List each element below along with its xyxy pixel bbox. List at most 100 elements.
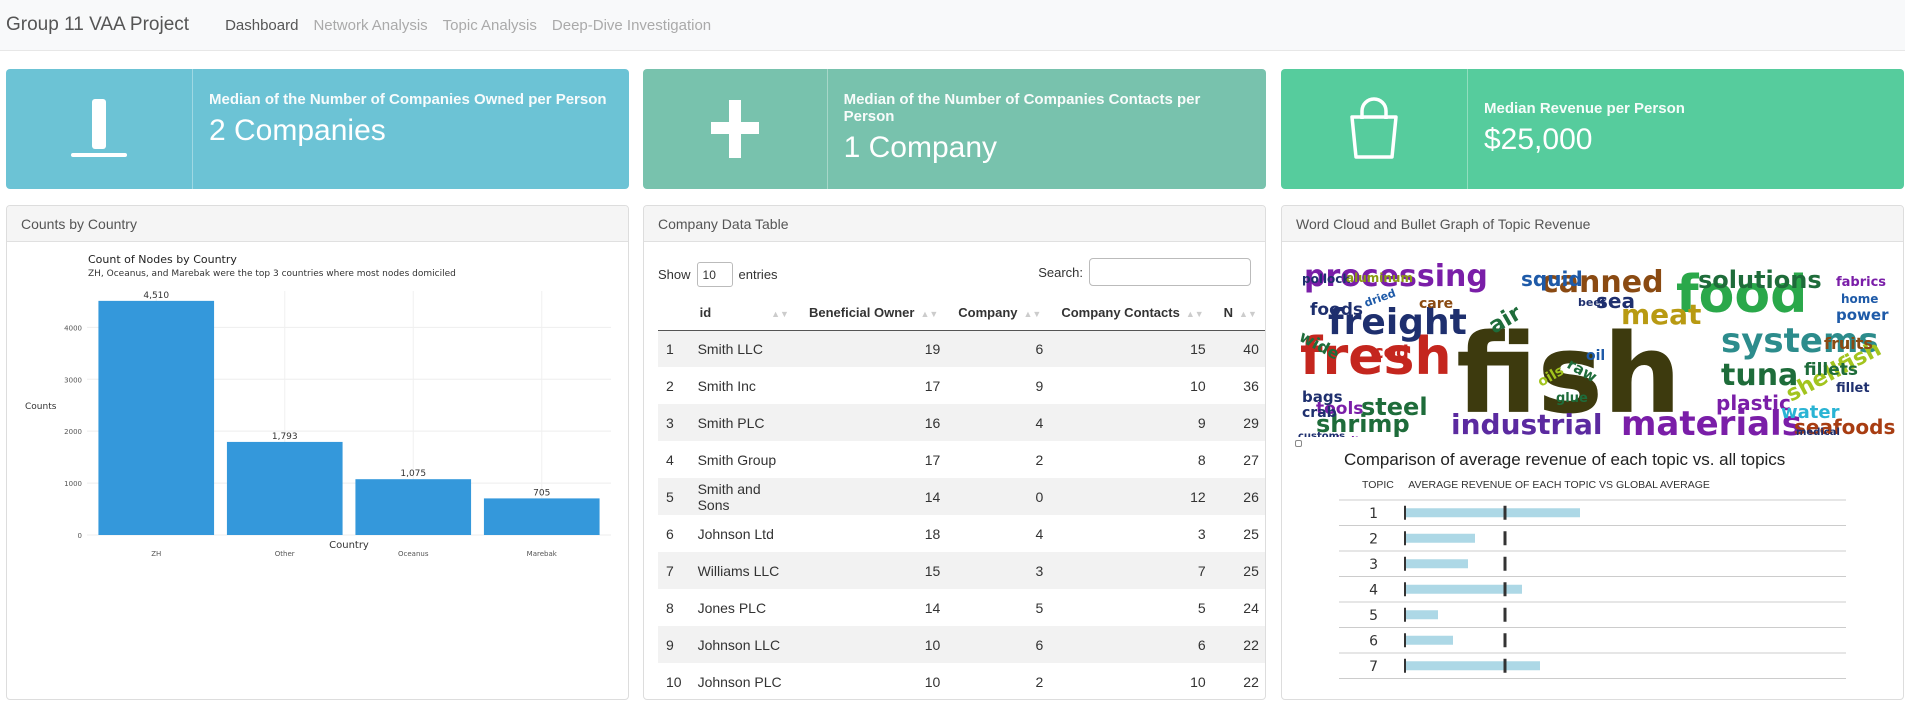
bullet-bar-topic-1	[1405, 508, 1580, 518]
bullet-topic-label: 3	[1369, 557, 1378, 573]
cell-n: 29	[1213, 404, 1265, 441]
cell-index: 10	[666, 673, 682, 690]
cell-beneficial-owner: 10	[924, 673, 941, 690]
y-tick-label: 0	[78, 532, 82, 540]
search-input[interactable]	[1089, 258, 1251, 286]
nav-topic-analysis[interactable]: Topic Analysis	[443, 17, 537, 34]
nav-deep-dive-investigation[interactable]: Deep-Dive Investigation	[552, 17, 711, 34]
cell-company: 3	[948, 552, 1052, 589]
cell-beneficial-owner: 19	[798, 330, 949, 367]
y-tick-label: 1000	[64, 480, 82, 488]
bullet-bar-topic-6	[1405, 635, 1453, 645]
nav-network-analysis[interactable]: Network Analysis	[313, 17, 427, 34]
word-cloud-word: customs	[1298, 431, 1345, 437]
table-controls: Show 10 entries Search:	[658, 258, 1251, 288]
table-row[interactable]: 10 Johnson PLC 10 2 10 22	[658, 663, 1265, 699]
cell-company-contacts: 3	[1197, 525, 1206, 542]
cell-id: Smith Group	[697, 451, 777, 468]
table-row[interactable]: 8 Jones PLC 14 5 5 24	[658, 589, 1265, 626]
cell-beneficial-owner: 18	[924, 525, 941, 542]
y-tick-label: 3000	[64, 376, 82, 384]
cell-index: 6	[666, 525, 674, 542]
card-word-cloud-bullet-graph: Word Cloud and Bullet Graph of Topic Rev…	[1281, 205, 1904, 700]
valuebox-companies-contacts: Median of the Number of Companies Contac…	[643, 69, 1266, 189]
cell-index: 8	[666, 599, 674, 616]
chart-title: Count of Nodes by Country	[88, 253, 237, 266]
table-row[interactable]: 9 Johnson LLC 10 6 6 22	[658, 626, 1265, 663]
shopping-bag-icon	[1350, 97, 1398, 159]
bar-marebak[interactable]	[483, 498, 600, 535]
column-header-index[interactable]	[658, 296, 690, 331]
table-row[interactable]: 5 Smith and Sons 14 0 12 26	[658, 478, 1265, 515]
cell-n: 40	[1213, 330, 1265, 367]
cell-id: Smith Inc	[697, 377, 756, 394]
cell-id: Jones PLC	[697, 599, 767, 616]
cell-n: 24	[1243, 599, 1259, 616]
cell-n: 25	[1243, 525, 1259, 542]
cell-id: Johnson LLC	[689, 626, 799, 663]
y-tick-label: 4000	[64, 324, 82, 332]
bullet-topic-label: 1	[1369, 506, 1378, 522]
table-row[interactable]: 3 Smith PLC 16 4 9 29	[658, 404, 1265, 441]
card-company-data-table: Company Data Table Show 10 entries Searc…	[643, 205, 1266, 700]
valuebox-value: 1 Company	[843, 131, 998, 164]
cell-index: 2	[666, 377, 674, 394]
app-brand[interactable]: Group 11 VAA Project	[6, 14, 189, 36]
cell-company-contacts: 9	[1051, 404, 1214, 441]
bullet-topic-label: 7	[1369, 659, 1378, 675]
word-cloud-word: beef	[1578, 296, 1606, 309]
card-title: Counts by Country	[7, 206, 628, 242]
cell-company: 4	[1035, 525, 1044, 542]
cell-beneficial-owner: 14	[924, 599, 941, 616]
card-title: Company Data Table	[644, 206, 1265, 242]
bullet-bar-topic-2	[1405, 533, 1475, 543]
table-header-row: id ▲▼ Beneficial Owner ▲▼ Company ▲▼ Compan…	[658, 296, 1265, 331]
valuebox-title: Median of the Number of Companies Owned …	[209, 91, 607, 108]
bar-data-label: 4,510	[143, 291, 169, 301]
cell-company: 4	[948, 404, 1052, 441]
cell-company-contacts: 5	[1197, 599, 1206, 616]
search-label: Search:	[1038, 264, 1083, 280]
bullet-graph-title: Comparison of average revenue of each to…	[1344, 450, 1786, 469]
word-cloud-word: cod	[1373, 342, 1409, 363]
cell-id: Smith and Sons	[689, 478, 799, 515]
table-row[interactable]: 6 Johnson Ltd 18 4 3 25	[658, 515, 1265, 552]
cell-company: 2	[1035, 673, 1044, 690]
table-row[interactable]: 4 Smith Group 17 2 8 27	[658, 441, 1265, 478]
word-cloud-word: bags	[1302, 388, 1343, 406]
column-header-id[interactable]: id ▲▼	[689, 296, 799, 331]
column-header-company[interactable]: Company ▲▼	[948, 296, 1052, 331]
cell-company: 5	[1035, 599, 1044, 616]
chart-subtitle: ZH, Oceanus, and Marebak were the top 3 …	[88, 269, 456, 279]
nav-dashboard[interactable]: Dashboard	[225, 17, 298, 34]
cell-n: 36	[1243, 377, 1259, 394]
bar-oceanus[interactable]	[355, 479, 472, 535]
table-row[interactable]: 2 Smith Inc 17 9 10 36	[658, 367, 1265, 404]
navbar: Group 11 VAA Project Dashboard Network A…	[0, 0, 1905, 51]
word-cloud-word: solutions	[1698, 266, 1822, 294]
cell-company-contacts: 10	[1190, 377, 1206, 394]
page-length-select[interactable]: 10	[696, 262, 733, 287]
cell-company-contacts: 6	[1051, 626, 1214, 663]
cell-beneficial-owner: 14	[798, 478, 949, 515]
valuebox-icon-area	[643, 69, 828, 189]
bar-other[interactable]	[226, 441, 343, 535]
y-axis-title: Counts	[25, 402, 57, 412]
table-row[interactable]: 7 Williams LLC 15 3 7 25	[658, 552, 1265, 589]
bullet-value-header: AVERAGE REVENUE OF EACH TOPIC VS GLOBAL …	[1408, 479, 1710, 491]
bullet-bar-topic-5	[1405, 610, 1438, 620]
country-bar-chart[interactable]: Count of Nodes by Country ZH, Oceanus, a…	[7, 243, 628, 700]
column-header-n[interactable]: N ▲▼	[1213, 296, 1265, 331]
table-row[interactable]: 1 Smith LLC 19 6 15 40	[658, 330, 1265, 367]
bar-zh[interactable]	[98, 300, 215, 535]
valuebox-title: Median Revenue per Person	[1484, 100, 1685, 117]
column-header-company-contacts[interactable]: Company Contacts ▲▼	[1051, 296, 1214, 331]
cell-company: 0	[948, 478, 1052, 515]
column-header-beneficial-owner[interactable]: Beneficial Owner ▲▼	[798, 296, 949, 331]
valuebox-icon-area	[6, 69, 193, 189]
word-cloud-word: water	[1781, 402, 1840, 423]
resize-handle[interactable]	[1295, 440, 1302, 447]
company-table: id ▲▼ Beneficial Owner ▲▼ Company ▲▼ Compan…	[658, 296, 1265, 699]
cell-n: 26	[1213, 478, 1265, 515]
bar-data-label: 1,793	[272, 432, 298, 442]
